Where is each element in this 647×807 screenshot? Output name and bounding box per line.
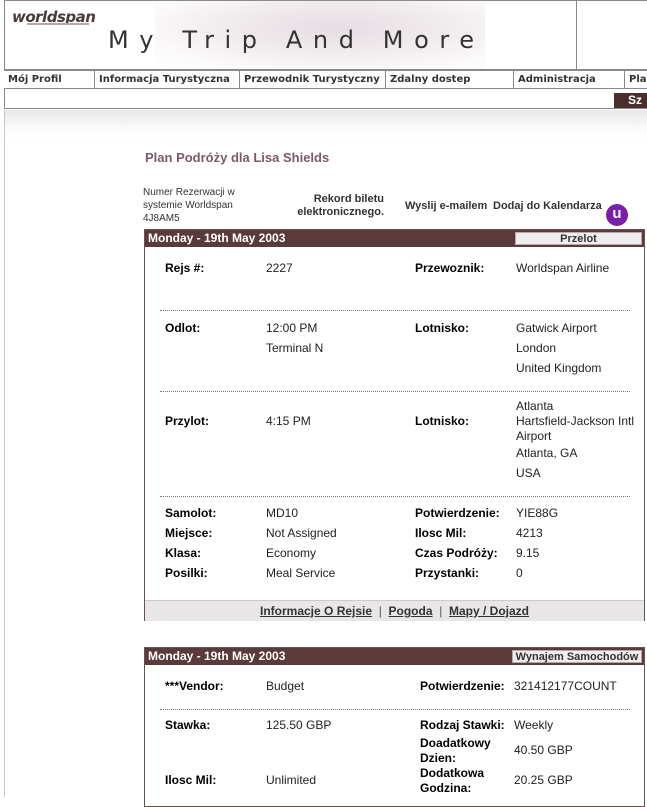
nav-shadow xyxy=(4,110,647,142)
departure-airport-label: Lotnisko: xyxy=(415,321,469,335)
departure-airport: Gatwick Airport xyxy=(516,321,597,335)
arrival-airport-line3: Airport xyxy=(516,429,552,443)
car-rental-panel: Monday - 19th May 2003 Wynajem Samochodó… xyxy=(144,647,645,807)
car-confirmation: 321412177COUNT xyxy=(514,679,617,693)
search-button[interactable]: Sz xyxy=(614,93,647,108)
confirmation-label: Potwierdzenie: xyxy=(415,506,500,520)
eticket-record-link[interactable]: Rekord biletu elektronicznego. xyxy=(282,193,384,219)
page-title: Plan Podróży dla Lisa Shields xyxy=(145,150,330,165)
arrival-label: Przylot: xyxy=(165,414,210,428)
arrival-city: Atlanta, GA xyxy=(516,446,578,460)
class-label: Klasa: xyxy=(165,546,202,560)
vendor: Budget xyxy=(266,679,305,693)
nav-item-moj-profil[interactable]: Mój Profil xyxy=(4,71,95,88)
stops-label: Przystanki: xyxy=(415,566,480,580)
car-type-badge: Wynajem Samochodów xyxy=(512,650,642,663)
extra-hour-label-line2: Godzina: xyxy=(420,781,472,795)
divider xyxy=(160,709,630,710)
vendor-label: ***Vendor: xyxy=(165,679,224,693)
car-miles-label: Ilosc Mil: xyxy=(165,773,217,787)
duration-label: Czas Podróży: xyxy=(415,546,498,560)
extra-day: 40.50 GBP xyxy=(514,743,573,757)
car-miles: Unlimited xyxy=(266,773,317,787)
miles-label: Ilosc Mil: xyxy=(415,526,467,540)
extra-day-label-line1: Doadatkowy xyxy=(420,736,491,750)
flight-segment-panel: Monday - 19th May 2003 Przelot Rejs #: 2… xyxy=(144,229,645,621)
link-separator: | xyxy=(439,604,443,618)
departure-time: 12:00 PM xyxy=(266,321,318,335)
maps-directions-link[interactable]: Mapy / Dojazd xyxy=(449,604,529,618)
divider xyxy=(160,310,630,311)
meals: Meal Service xyxy=(266,566,336,580)
nav-item-informacja-turystyczna[interactable]: Informacja Turystyczna xyxy=(95,71,240,88)
confirmation: YIE88G xyxy=(516,506,559,520)
seat-label: Miejsce: xyxy=(165,526,213,540)
meals-label: Posilki: xyxy=(165,566,208,580)
carrier: Worldspan Airline xyxy=(516,261,610,275)
email-link[interactable]: Wyslij e-mailem xyxy=(405,200,487,212)
miles: 4213 xyxy=(516,526,543,540)
arrival-airport-line1: Atlanta xyxy=(516,399,554,413)
extra-hour: 20.25 GBP xyxy=(514,773,573,787)
nav-item-zdalny-dostep[interactable]: Zdalny dostep xyxy=(386,71,514,88)
rate-label: Stawka: xyxy=(165,718,211,732)
header-banner: worldspan My Trip And More xyxy=(4,0,647,70)
aircraft-label: Samolot: xyxy=(165,506,217,520)
sub-nav-bar xyxy=(4,89,647,109)
arrival-time: 4:15 PM xyxy=(266,414,311,428)
class: Economy xyxy=(266,546,317,560)
nav-item-administracja[interactable]: Administracja xyxy=(514,71,625,88)
carrier-label: Przewoznik: xyxy=(415,261,485,275)
header-divider xyxy=(576,1,577,69)
app-title: My Trip And More xyxy=(108,26,485,54)
flight-info-link[interactable]: Informacje O Rejsie xyxy=(260,604,372,618)
departure-country: United Kingdom xyxy=(516,361,602,375)
divider xyxy=(160,391,630,392)
nav-item-przewodnik-turystyczny[interactable]: Przewodnik Turystyczny xyxy=(240,71,386,88)
extra-day-label-line2: Dzien: xyxy=(420,751,456,765)
rate: 125.50 GBP xyxy=(266,718,332,732)
calendar-logo-icon[interactable]: u xyxy=(606,204,628,226)
flight-date: Monday - 19th May 2003 xyxy=(148,231,286,245)
flight-number: 2227 xyxy=(266,261,293,275)
logo-swoosh xyxy=(27,23,89,25)
main-nav: Mój Profil Informacja Turystyczna Przewo… xyxy=(4,70,647,89)
arrival-country: USA xyxy=(516,466,541,480)
add-to-calendar-link[interactable]: Dodaj do Kalendarza xyxy=(493,200,602,212)
extra-hour-label-line1: Dodatkowa xyxy=(420,766,485,780)
departure-city: London xyxy=(516,341,557,355)
flight-footer-links: Informacje O Rejsie | Pogoda | Mapy / Do… xyxy=(145,600,644,621)
seat: Not Assigned xyxy=(266,526,337,540)
stops: 0 xyxy=(516,566,523,580)
link-separator: | xyxy=(378,604,382,618)
arrival-airport-line2: Hartsfield-Jackson Intl xyxy=(516,414,635,428)
arrival-airport-label: Lotnisko: xyxy=(415,414,469,428)
aircraft: MD10 xyxy=(266,506,299,520)
departure-terminal: Terminal N xyxy=(266,341,324,355)
rate-type-label: Rodzaj Stawki: xyxy=(420,718,505,732)
departure-label: Odlot: xyxy=(165,321,201,335)
duration: 9.15 xyxy=(516,546,540,560)
car-confirmation-label: Potwierdzenie: xyxy=(420,679,505,693)
divider xyxy=(160,496,630,497)
weather-link[interactable]: Pogoda xyxy=(389,604,433,618)
flight-type-badge: Przelot xyxy=(515,232,642,245)
rate-type: Weekly xyxy=(514,718,554,732)
nav-item-plan[interactable]: Plan xyxy=(625,71,647,88)
record-locator: Numer Rezerwacji w systemie Worldspan 4J… xyxy=(143,187,235,224)
left-border xyxy=(4,110,5,797)
flight-number-label: Rejs #: xyxy=(165,261,205,275)
car-date: Monday - 19th May 2003 xyxy=(148,649,286,663)
